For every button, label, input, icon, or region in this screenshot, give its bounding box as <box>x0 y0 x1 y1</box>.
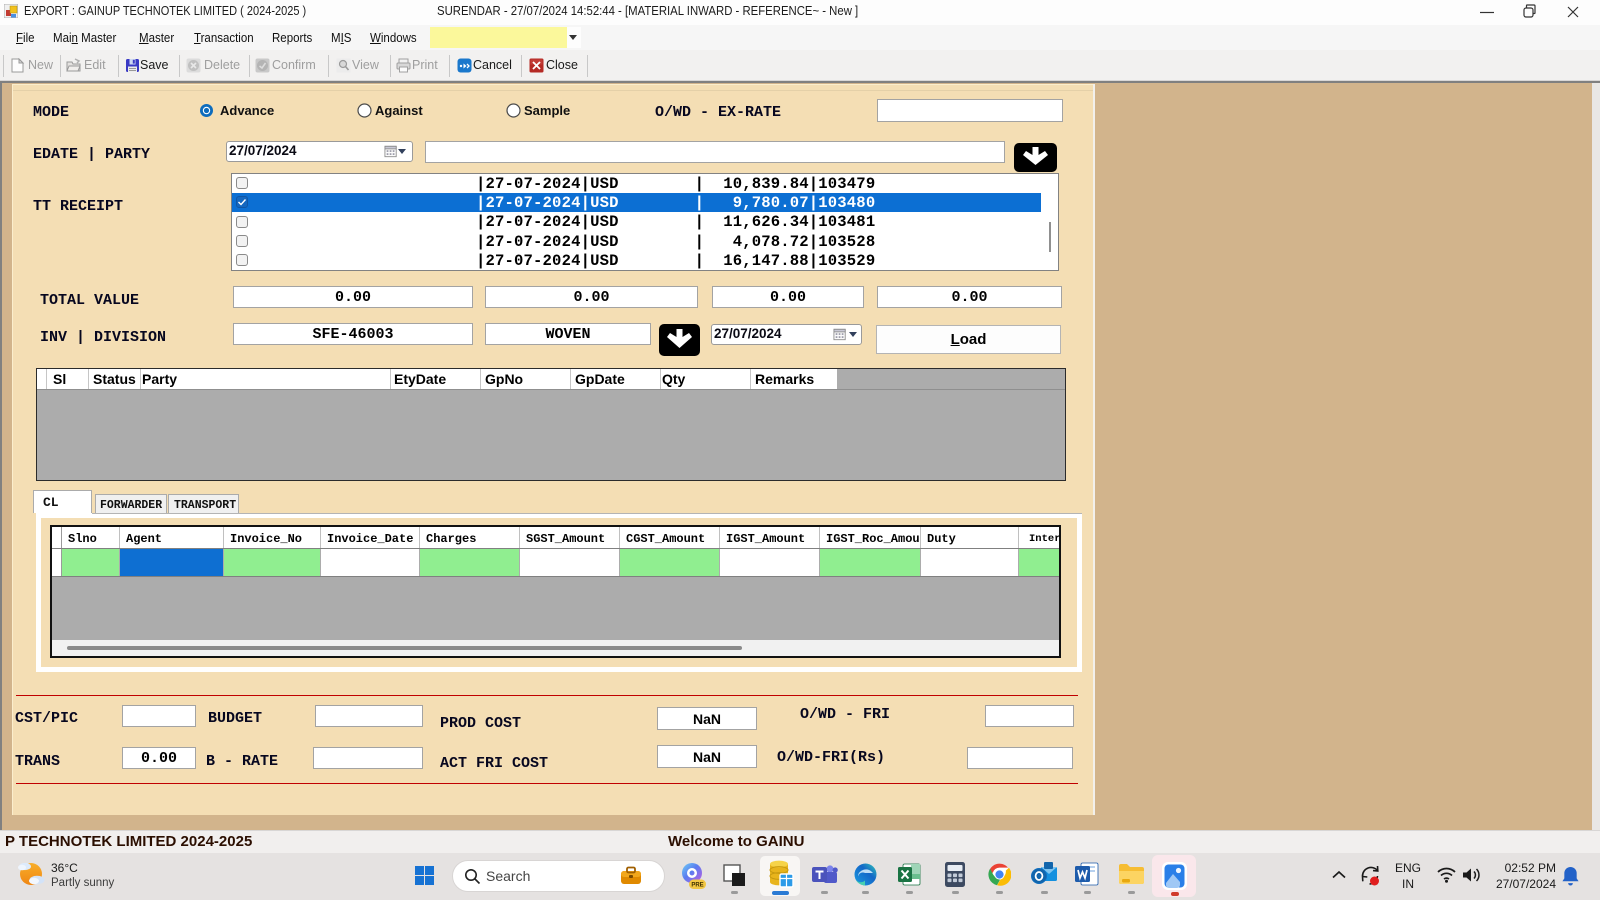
svg-text:PRE: PRE <box>691 883 703 889</box>
